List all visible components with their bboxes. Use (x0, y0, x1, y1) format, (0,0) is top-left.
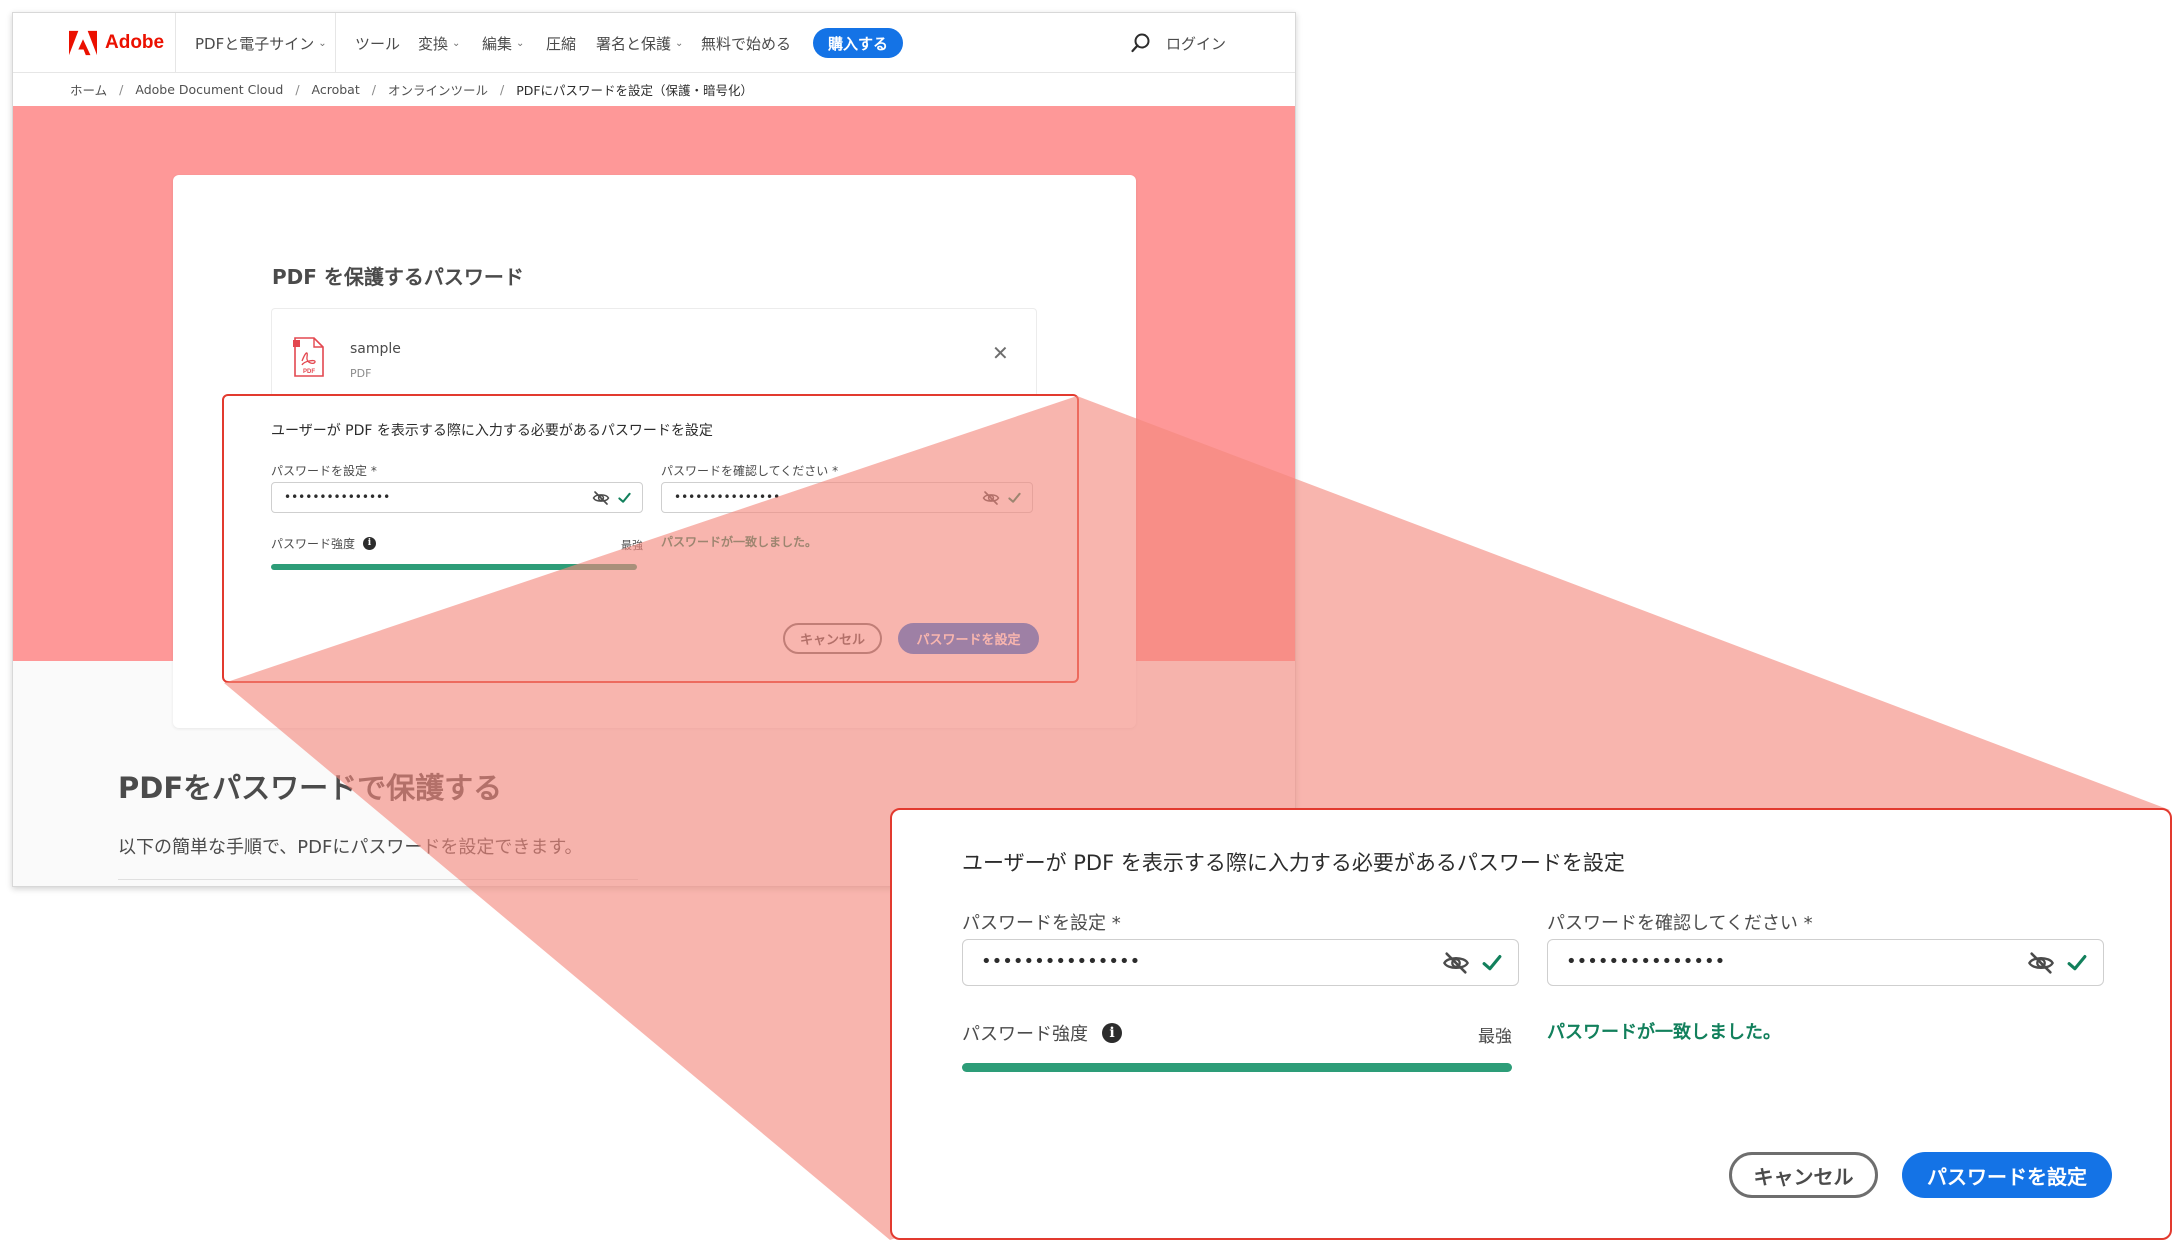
strength-label: パスワード強度 i (271, 535, 377, 552)
eye-off-icon[interactable] (2027, 949, 2055, 977)
nav-item-tools[interactable]: ツール (355, 33, 400, 54)
strength-meter (962, 1063, 1512, 1072)
login-link[interactable]: ログイン (1166, 33, 1226, 54)
strength-value: 最強 (1478, 1027, 1512, 1047)
set-password-button[interactable]: パスワードを設定 (898, 623, 1039, 654)
confirm-password-label: パスワードを確認してください * (661, 464, 839, 478)
password-value: ••••••••••••••• (284, 489, 391, 504)
global-nav: Adobe PDFと電子サイン ⌄ ツール 変換 ⌄ 編集 ⌄ 圧縮 署名と保護… (13, 13, 1295, 73)
breadcrumb-separator: / (119, 82, 124, 97)
nav-item-label: ツール (355, 35, 401, 53)
set-password-input[interactable]: ••••••••••••••• (271, 482, 643, 513)
nav-divider (335, 13, 336, 73)
nav-item-pdf-esign[interactable]: PDFと電子サイン ⌄ (195, 33, 327, 54)
nav-divider (175, 13, 176, 73)
search-icon[interactable] (1130, 32, 1152, 54)
chevron-down-icon: ⌄ (516, 38, 525, 49)
check-icon (618, 492, 631, 503)
nav-item-compress[interactable]: 圧縮 (546, 33, 576, 54)
info-icon[interactable]: i (363, 537, 377, 550)
nav-item-label: 無料で始める (701, 35, 792, 53)
close-icon[interactable]: ✕ (992, 341, 1009, 365)
svg-text:PDF: PDF (303, 369, 315, 375)
set-password-label: パスワードを設定 * (962, 913, 1121, 934)
set-password-label: パスワードを設定 * (271, 464, 377, 478)
password-dialog-zoomed: ユーザーが PDF を表示する際に入力する必要があるパスワードを設定 パスワード… (890, 808, 2172, 1240)
nav-item-label: PDFと電子サイン (195, 35, 315, 53)
breadcrumb-separator: / (295, 82, 300, 97)
strength-label-text: パスワード強度 (962, 1024, 1088, 1045)
info-icon[interactable]: i (1102, 1023, 1122, 1043)
file-type: PDF (350, 367, 372, 380)
file-name: sample (350, 341, 401, 357)
confirm-password-value: ••••••••••••••• (674, 489, 781, 504)
pdf-file-icon: PDF (293, 337, 324, 377)
file-item: PDF sample PDF ✕ (271, 308, 1037, 408)
breadcrumb-current: PDFにパスワードを設定（保護・暗号化） (516, 83, 754, 98)
breadcrumb-online-tools[interactable]: オンラインツール (388, 80, 488, 99)
strength-meter-fill (271, 564, 637, 570)
check-icon (1008, 492, 1021, 503)
breadcrumb-acrobat[interactable]: Acrobat (312, 82, 360, 97)
eye-off-icon[interactable] (1442, 949, 1470, 977)
breadcrumb: ホーム / Adobe Document Cloud / Acrobat / オ… (13, 73, 1295, 106)
strength-label-text: パスワード強度 (271, 537, 356, 551)
section-subtext: 以下の簡単な手順で、PDFにパスワードを設定できます。 (118, 837, 583, 858)
set-password-button[interactable]: パスワードを設定 (1902, 1152, 2112, 1198)
confirm-password-value: ••••••••••••••• (1566, 950, 1726, 972)
check-icon (1482, 954, 1502, 970)
section-heading: PDFをパスワードで保護する (118, 771, 503, 805)
nav-item-convert[interactable]: 変換 ⌄ (418, 33, 460, 54)
nav-item-label: 編集 (482, 35, 513, 53)
adobe-logo-icon (69, 30, 97, 56)
nav-item-edit[interactable]: 編集 ⌄ (482, 33, 524, 54)
dialog-heading: ユーザーが PDF を表示する際に入力する必要があるパスワードを設定 (271, 423, 713, 439)
cancel-button[interactable]: キャンセル (783, 623, 882, 654)
nav-item-label: 変換 (418, 35, 449, 53)
strength-meter (271, 564, 637, 570)
password-match-message: パスワードが一致しました。 (661, 535, 818, 549)
eye-off-icon[interactable] (982, 489, 1000, 507)
strength-value: 最強 (621, 539, 643, 552)
check-icon (2067, 954, 2087, 970)
nav-item-label: 署名と保護 (596, 35, 672, 53)
confirm-password-input[interactable]: ••••••••••••••• (1547, 939, 2104, 986)
dialog-heading: ユーザーが PDF を表示する際に入力する必要があるパスワードを設定 (962, 851, 1625, 875)
nav-item-free-start[interactable]: 無料で始める (701, 33, 791, 54)
confirm-password-label: パスワードを確認してください * (1547, 913, 1813, 934)
strength-meter-fill (962, 1063, 1512, 1072)
card-title: PDF を保護するパスワード (272, 265, 524, 289)
password-dialog: ユーザーが PDF を表示する際に入力する必要があるパスワードを設定 パスワード… (222, 394, 1079, 683)
buy-button[interactable]: 購入する (813, 28, 903, 58)
chevron-down-icon: ⌄ (675, 38, 684, 49)
chevron-down-icon: ⌄ (452, 38, 461, 49)
eye-off-icon[interactable] (592, 489, 610, 507)
set-password-input[interactable]: ••••••••••••••• (962, 939, 1519, 986)
password-value: ••••••••••••••• (981, 950, 1141, 972)
adobe-logo-text: Adobe (105, 32, 165, 53)
adobe-logo[interactable]: Adobe (69, 29, 164, 57)
strength-label: パスワード強度 i (962, 1020, 1122, 1046)
nav-item-label: 圧縮 (546, 35, 577, 53)
breadcrumb-separator: / (499, 82, 505, 97)
section-divider (118, 879, 638, 880)
password-match-message: パスワードが一致しました。 (1547, 1022, 1781, 1043)
breadcrumb-home[interactable]: ホーム (70, 80, 107, 99)
breadcrumb-document-cloud[interactable]: Adobe Document Cloud (135, 82, 283, 97)
confirm-password-input[interactable]: ••••••••••••••• (661, 482, 1033, 513)
cancel-button[interactable]: キャンセル (1729, 1152, 1878, 1198)
nav-item-sign-protect[interactable]: 署名と保護 ⌄ (596, 33, 683, 54)
chevron-down-icon: ⌄ (318, 38, 327, 49)
breadcrumb-separator: / (371, 82, 376, 97)
